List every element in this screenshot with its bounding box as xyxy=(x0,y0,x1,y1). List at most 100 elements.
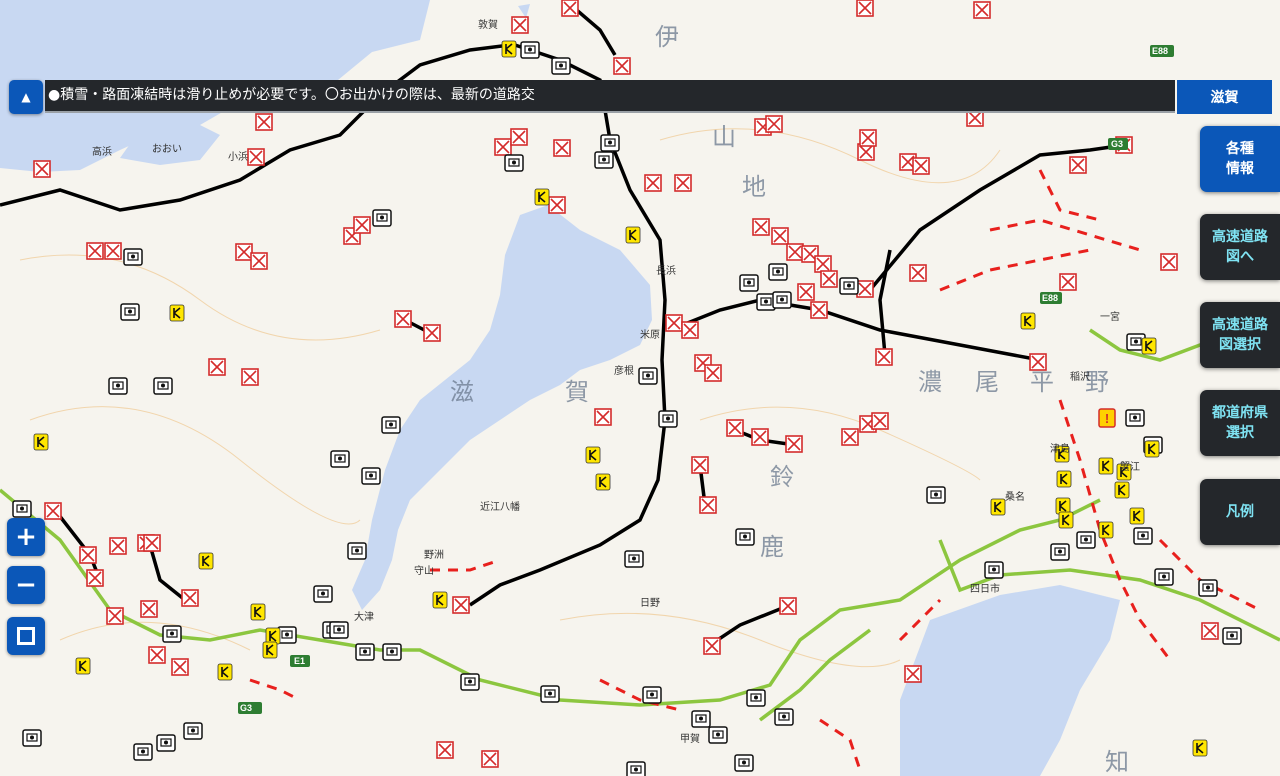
camera-icon[interactable] xyxy=(772,291,792,309)
camera-icon[interactable] xyxy=(277,626,297,644)
prefecture-label[interactable]: 滋賀 xyxy=(1177,80,1272,114)
closure-x-icon[interactable] xyxy=(44,502,62,520)
chain-warning-icon[interactable] xyxy=(75,657,91,675)
camera-icon[interactable] xyxy=(626,761,646,776)
chain-warning-icon[interactable] xyxy=(169,304,185,322)
camera-icon[interactable] xyxy=(1076,531,1096,549)
closure-x-icon[interactable] xyxy=(674,174,692,192)
ticker-collapse-button[interactable]: ▲ xyxy=(9,80,43,114)
closure-x-icon[interactable] xyxy=(255,113,273,131)
closure-x-icon[interactable] xyxy=(820,270,838,288)
closure-x-icon[interactable] xyxy=(510,128,528,146)
closure-x-icon[interactable] xyxy=(1160,253,1178,271)
closure-x-icon[interactable] xyxy=(171,658,189,676)
zoom-in-button[interactable]: + xyxy=(7,518,45,556)
closure-x-icon[interactable] xyxy=(1201,622,1219,640)
closure-x-icon[interactable] xyxy=(79,546,97,564)
camera-icon[interactable] xyxy=(330,450,350,468)
closure-x-icon[interactable] xyxy=(779,597,797,615)
closure-x-icon[interactable] xyxy=(148,646,166,664)
camera-icon[interactable] xyxy=(123,248,143,266)
camera-icon[interactable] xyxy=(594,151,614,169)
camera-icon[interactable] xyxy=(520,41,540,59)
closure-x-icon[interactable] xyxy=(235,243,253,261)
camera-icon[interactable] xyxy=(347,542,367,560)
camera-icon[interactable] xyxy=(382,643,402,661)
camera-icon[interactable] xyxy=(658,410,678,428)
closure-x-icon[interactable] xyxy=(810,301,828,319)
closure-x-icon[interactable] xyxy=(765,115,783,133)
camera-icon[interactable] xyxy=(381,416,401,434)
camera-icon[interactable] xyxy=(708,726,728,744)
closure-x-icon[interactable] xyxy=(181,589,199,607)
chain-warning-icon[interactable] xyxy=(585,446,601,464)
closure-x-icon[interactable] xyxy=(494,138,512,156)
camera-icon[interactable] xyxy=(1133,527,1153,545)
closure-x-icon[interactable] xyxy=(703,637,721,655)
camera-icon[interactable] xyxy=(768,263,788,281)
camera-icon[interactable] xyxy=(153,377,173,395)
closure-x-icon[interactable] xyxy=(814,255,832,273)
camera-icon[interactable] xyxy=(839,277,859,295)
chain-warning-icon[interactable] xyxy=(1144,440,1160,458)
closure-x-icon[interactable] xyxy=(561,0,579,17)
fullscreen-button[interactable] xyxy=(7,617,45,655)
closure-x-icon[interactable] xyxy=(859,129,877,147)
camera-icon[interactable] xyxy=(504,154,524,172)
closure-x-icon[interactable] xyxy=(1069,156,1087,174)
camera-icon[interactable] xyxy=(638,367,658,385)
closure-x-icon[interactable] xyxy=(875,348,893,366)
closure-x-icon[interactable] xyxy=(909,264,927,282)
chain-warning-icon[interactable] xyxy=(1114,481,1130,499)
closure-x-icon[interactable] xyxy=(912,157,930,175)
closure-x-icon[interactable] xyxy=(241,368,259,386)
closure-x-icon[interactable] xyxy=(594,408,612,426)
camera-icon[interactable] xyxy=(329,621,349,639)
closure-x-icon[interactable] xyxy=(704,364,722,382)
closure-x-icon[interactable] xyxy=(841,428,859,446)
closure-x-icon[interactable] xyxy=(665,314,683,332)
chain-warning-icon[interactable] xyxy=(625,226,641,244)
camera-icon[interactable] xyxy=(1198,579,1218,597)
camera-icon[interactable] xyxy=(739,274,759,292)
closure-x-icon[interactable] xyxy=(699,496,717,514)
closure-x-icon[interactable] xyxy=(797,283,815,301)
camera-icon[interactable] xyxy=(926,486,946,504)
camera-icon[interactable] xyxy=(313,585,333,603)
closure-x-icon[interactable] xyxy=(394,310,412,328)
closure-x-icon[interactable] xyxy=(904,665,922,683)
closure-x-icon[interactable] xyxy=(250,252,268,270)
closure-x-icon[interactable] xyxy=(33,160,51,178)
closure-x-icon[interactable] xyxy=(452,596,470,614)
camera-icon[interactable] xyxy=(156,734,176,752)
closure-x-icon[interactable] xyxy=(109,537,127,555)
closure-x-icon[interactable] xyxy=(644,174,662,192)
camera-icon[interactable] xyxy=(774,708,794,726)
closure-x-icon[interactable] xyxy=(548,196,566,214)
closure-x-icon[interactable] xyxy=(871,412,889,430)
camera-icon[interactable] xyxy=(460,673,480,691)
closure-x-icon[interactable] xyxy=(785,435,803,453)
camera-icon[interactable] xyxy=(734,754,754,772)
zoom-out-button[interactable]: − xyxy=(7,566,45,604)
legend-button[interactable]: 凡例 xyxy=(1200,479,1280,545)
camera-icon[interactable] xyxy=(1222,627,1242,645)
chain-warning-icon[interactable] xyxy=(33,433,49,451)
expressway-select-button[interactable]: 高速道路 図選択 xyxy=(1200,302,1280,368)
camera-icon[interactable] xyxy=(1125,409,1145,427)
chain-warning-icon[interactable] xyxy=(534,188,550,206)
camera-icon[interactable] xyxy=(551,57,571,75)
closure-x-icon[interactable] xyxy=(1059,273,1077,291)
chain-warning-icon[interactable] xyxy=(262,641,278,659)
closure-x-icon[interactable] xyxy=(691,456,709,474)
closure-x-icon[interactable] xyxy=(726,419,744,437)
camera-icon[interactable] xyxy=(1154,568,1174,586)
chain-warning-icon[interactable] xyxy=(501,40,517,58)
camera-icon[interactable] xyxy=(624,550,644,568)
closure-x-icon[interactable] xyxy=(140,600,158,618)
camera-icon[interactable] xyxy=(600,134,620,152)
closure-x-icon[interactable] xyxy=(86,242,104,260)
closure-x-icon[interactable] xyxy=(856,0,874,17)
closure-x-icon[interactable] xyxy=(973,1,991,19)
camera-icon[interactable] xyxy=(735,528,755,546)
